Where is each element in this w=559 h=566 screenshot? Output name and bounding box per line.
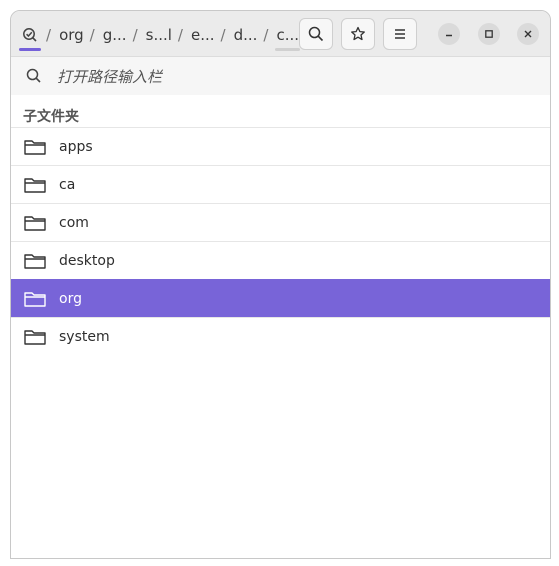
minimize-icon [446,34,452,37]
location-placeholder: 打开路径输入栏 [57,67,163,86]
main-menu-button[interactable] [383,18,417,50]
folder-name: system [59,328,110,345]
maximize-button[interactable] [478,23,500,45]
maximize-icon [485,30,493,38]
breadcrumb-separator: / [46,26,52,44]
breadcrumb: / org / g... / s...l / e... / d... / c..… [17,20,302,51]
list-item[interactable]: ca [11,165,550,203]
breadcrumb-root[interactable] [17,20,43,51]
search-button[interactable] [299,18,333,50]
folder-list: apps ca com desktop org system [11,127,550,355]
breadcrumb-separator: / [263,26,269,44]
breadcrumb-item-label: c... [276,26,300,44]
minimize-button[interactable] [438,23,460,45]
header-bar: / org / g... / s...l / e... / d... / c..… [11,11,550,57]
location-bar-toggle[interactable]: 打开路径输入栏 [11,57,550,95]
section-label-subfolders: 子文件夹 [23,109,79,125]
folder-icon [24,329,46,345]
search-icon [308,26,324,42]
folder-name: apps [59,138,93,155]
list-item[interactable]: system [11,317,550,355]
breadcrumb-item-g[interactable]: g... [100,20,130,50]
folder-icon [24,215,46,231]
folder-icon [24,291,46,307]
filesystem-root-icon [23,28,37,42]
breadcrumb-separator: / [220,26,226,44]
folder-name: desktop [59,252,115,269]
breadcrumb-separator: / [132,26,138,44]
star-icon [351,26,365,41]
folder-name: com [59,214,89,231]
breadcrumb-item-c[interactable]: c... [273,20,302,51]
list-item[interactable]: apps [11,127,550,165]
breadcrumb-item-e[interactable]: e... [188,20,218,50]
breadcrumb-separator: / [89,26,95,44]
bookmark-button[interactable] [341,18,375,50]
folder-name: ca [59,176,76,193]
menu-icon [395,29,405,39]
close-icon [524,30,532,38]
folder-name: org [59,290,82,307]
folder-icon [24,253,46,269]
list-item[interactable]: desktop [11,241,550,279]
folder-chooser-dialog: / org / g... / s...l / e... / d... / c..… [10,10,551,559]
search-icon [26,68,41,83]
folder-icon [24,139,46,155]
breadcrumb-item-s[interactable]: s...l [143,20,175,50]
list-item[interactable]: com [11,203,550,241]
close-button[interactable] [517,23,539,45]
breadcrumb-item-org[interactable]: org [56,20,87,50]
breadcrumb-item-d[interactable]: d... [231,20,261,50]
list-item-selected[interactable]: org [11,279,550,317]
breadcrumb-separator: / [177,26,183,44]
folder-icon [24,177,46,193]
